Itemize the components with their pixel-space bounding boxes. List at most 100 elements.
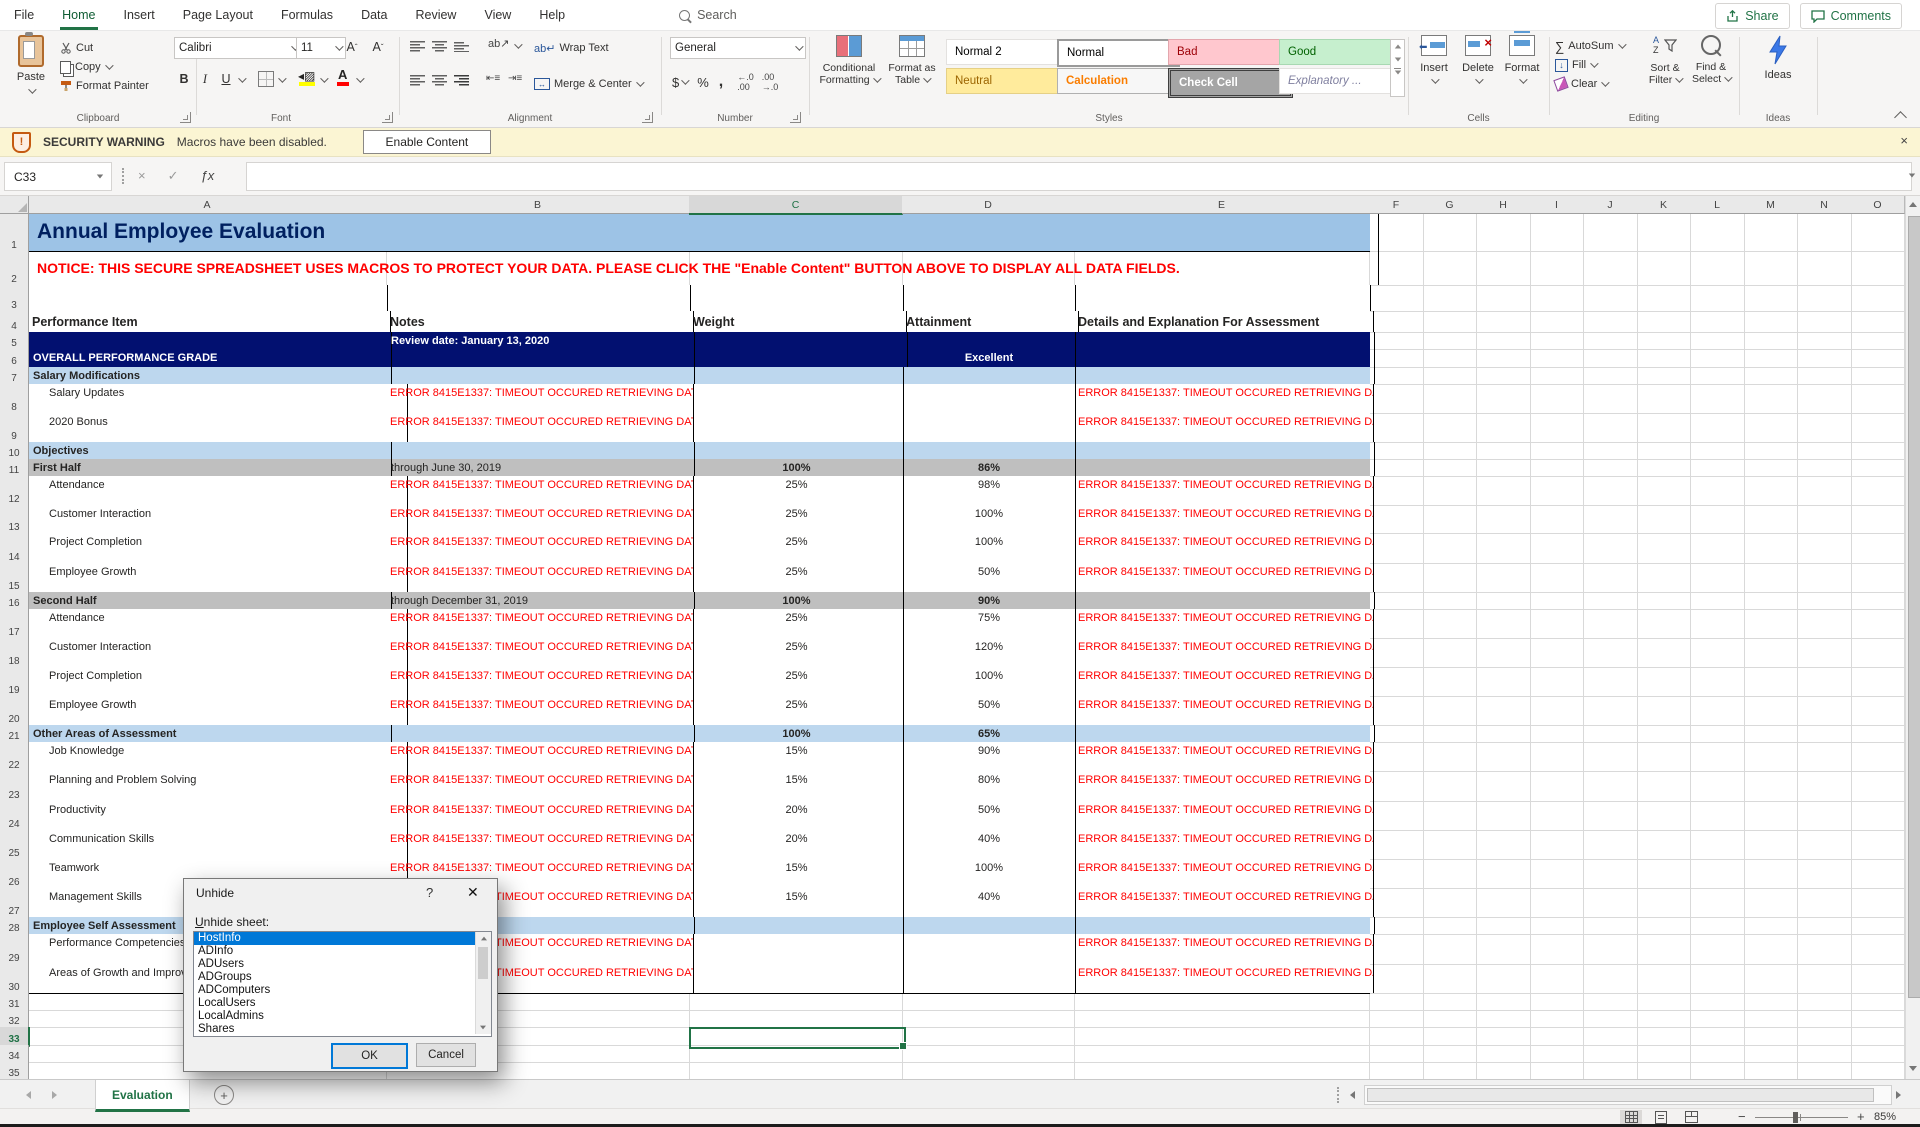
cell-C28[interactable] (690, 917, 904, 934)
format-as-table-button[interactable]: Format asTable (884, 35, 940, 86)
cell-E17[interactable]: ERROR 8415E1337: TIMEOUT OCCURED RETRIEV… (1075, 609, 1374, 638)
cell-A17[interactable]: Attendance (29, 609, 408, 638)
cell-D3[interactable] (903, 285, 1076, 311)
cell-B8[interactable]: ERROR 8415E1337: TIMEOUT OCCURED RETRIEV… (387, 384, 694, 413)
align-left-icon[interactable] (410, 75, 425, 86)
list-scroll-thumb[interactable] (478, 947, 488, 979)
font-color-icon[interactable]: A (338, 67, 347, 82)
cell-E29[interactable]: ERROR 8415E1337: TIMEOUT OCCURED RETRIEV… (1075, 934, 1374, 964)
collapse-ribbon-icon[interactable] (1894, 111, 1907, 124)
cell-E3[interactable] (1075, 285, 1371, 311)
sort-filter-button[interactable]: A Z Sort &Filter (1643, 35, 1687, 86)
copy-button[interactable]: Copy (60, 58, 111, 76)
cell-D6[interactable]: Excellent (903, 349, 1076, 367)
col-header-N[interactable]: N (1797, 196, 1852, 214)
cell-A19[interactable]: Project Completion (29, 667, 408, 696)
cell-E5[interactable] (1075, 332, 1375, 349)
sheet-list-item-localadmins[interactable]: LocalAdmins (194, 1009, 491, 1022)
zoom-out-icon[interactable]: − (1738, 1109, 1746, 1124)
fill-color-icon[interactable]: ◂▨ (298, 69, 315, 83)
row-header-24[interactable]: 24 (0, 801, 29, 832)
col-header-L[interactable]: L (1690, 196, 1745, 214)
cell-D11[interactable]: 86% (903, 459, 1076, 476)
tab-scroll-splitter[interactable] (1337, 1087, 1339, 1103)
cell-E15[interactable]: ERROR 8415E1337: TIMEOUT OCCURED RETRIEV… (1075, 563, 1374, 592)
sheet-tab-evaluation[interactable]: Evaluation (95, 1080, 190, 1112)
sheet-list-item-adusers[interactable]: ADUsers (194, 958, 491, 971)
cell-A20[interactable]: Employee Growth (29, 696, 408, 725)
cell-B24[interactable]: ERROR 8415E1337: TIMEOUT OCCURED RETRIEV… (387, 801, 694, 830)
col-header-D[interactable]: D (902, 196, 1075, 214)
clear-button[interactable]: Clear (1555, 75, 1607, 93)
select-all-corner[interactable] (0, 196, 29, 214)
align-middle-icon[interactable] (432, 41, 447, 52)
enter-entry-icon[interactable]: ✓ (168, 168, 179, 184)
cell-D24[interactable]: 50% (903, 801, 1076, 830)
cell-E22[interactable]: ERROR 8415E1337: TIMEOUT OCCURED RETRIEV… (1075, 742, 1374, 771)
name-box[interactable]: C33 (4, 162, 112, 191)
zoom-slider-track[interactable] (1755, 1117, 1848, 1118)
cell-D17[interactable]: 75% (903, 609, 1076, 638)
cell-C5[interactable] (690, 332, 908, 349)
vertical-scroll-thumb[interactable] (1908, 216, 1920, 998)
style-bad[interactable]: Bad (1168, 39, 1289, 65)
cell-B12[interactable]: ERROR 8415E1337: TIMEOUT OCCURED RETRIEV… (387, 476, 694, 505)
cell-E13[interactable]: ERROR 8415E1337: TIMEOUT OCCURED RETRIEV… (1075, 505, 1374, 533)
conditional-formatting-button[interactable]: ConditionalFormatting (818, 35, 880, 86)
cell-C17[interactable]: 25% (690, 609, 904, 638)
comma-style-icon[interactable]: , (719, 73, 723, 91)
row-header-20[interactable]: 20 (0, 696, 29, 727)
cell-B19[interactable]: ERROR 8415E1337: TIMEOUT OCCURED RETRIEV… (387, 667, 694, 696)
row-header-30[interactable]: 30 (0, 964, 29, 995)
format-cells-button[interactable]: Format (1502, 35, 1542, 87)
ribbon-tab-review[interactable]: Review (401, 0, 470, 31)
page-break-view-button[interactable] (1680, 1110, 1702, 1124)
increase-indent-icon[interactable]: ⇥≡ (508, 73, 522, 84)
cell-B9[interactable]: ERROR 8415E1337: TIMEOUT OCCURED RETRIEV… (387, 413, 694, 442)
cell-D4[interactable]: Attainment (903, 311, 1079, 332)
cell-C12[interactable]: 25% (690, 476, 904, 505)
sheet-list-item-adgroups[interactable]: ADGroups (194, 971, 491, 984)
new-sheet-button[interactable]: + (214, 1085, 234, 1105)
page-layout-view-button[interactable] (1650, 1110, 1672, 1124)
security-bar-close-icon[interactable]: × (1900, 133, 1908, 148)
cell-D5[interactable] (903, 332, 1076, 349)
cell-A10[interactable]: Objectives (29, 442, 392, 459)
cell-B4[interactable]: Notes (387, 311, 694, 332)
cell-C13[interactable]: 25% (690, 505, 904, 533)
number-format-select[interactable]: General (670, 37, 806, 59)
hscroll-right-icon[interactable] (1896, 1091, 1901, 1099)
cell-C23[interactable]: 15% (690, 771, 904, 801)
ok-button[interactable]: OK (331, 1043, 408, 1069)
cell-E11[interactable] (1075, 459, 1375, 476)
cell-B7[interactable] (387, 367, 695, 384)
cell-A15[interactable]: Employee Growth (29, 563, 408, 592)
format-painter-button[interactable]: Format Painter (60, 77, 149, 95)
style-check-cell[interactable]: Check Cell (1168, 68, 1293, 98)
align-top-icon[interactable] (410, 41, 425, 52)
cell-E8[interactable]: ERROR 8415E1337: TIMEOUT OCCURED RETRIEV… (1075, 384, 1374, 413)
cell-E16[interactable] (1075, 592, 1375, 609)
cell-C9[interactable] (690, 413, 904, 442)
ribbon-tab-help[interactable]: Help (525, 0, 579, 31)
cell-C27[interactable]: 15% (690, 888, 904, 917)
find-select-button[interactable]: Find &Select (1689, 35, 1733, 85)
cell-D20[interactable]: 50% (903, 696, 1076, 725)
cell-D25[interactable]: 40% (903, 830, 1076, 859)
cell-C29[interactable] (690, 934, 904, 964)
col-header-O[interactable]: O (1851, 196, 1905, 214)
cell-B22[interactable]: ERROR 8415E1337: TIMEOUT OCCURED RETRIEV… (387, 742, 694, 771)
zoom-percentage[interactable]: 85% (1874, 1111, 1896, 1123)
cell-A4[interactable]: Performance Item (29, 311, 391, 332)
horizontal-scrollbar[interactable] (1364, 1085, 1892, 1105)
cell-C21[interactable]: 100% (690, 725, 904, 742)
col-header-E[interactable]: E (1074, 196, 1370, 214)
cell-A6[interactable]: OVERALL PERFORMANCE GRADE (29, 349, 392, 367)
row-header-1[interactable]: 1 (0, 213, 29, 253)
scroll-up-icon[interactable] (1909, 202, 1917, 207)
italic-button[interactable]: I (198, 69, 212, 89)
align-right-icon[interactable] (454, 75, 469, 86)
cell-E25[interactable]: ERROR 8415E1337: TIMEOUT OCCURED RETRIEV… (1075, 830, 1374, 859)
cell-E27[interactable]: ERROR 8415E1337: TIMEOUT OCCURED RETRIEV… (1075, 888, 1374, 917)
cell-C19[interactable]: 25% (690, 667, 904, 696)
